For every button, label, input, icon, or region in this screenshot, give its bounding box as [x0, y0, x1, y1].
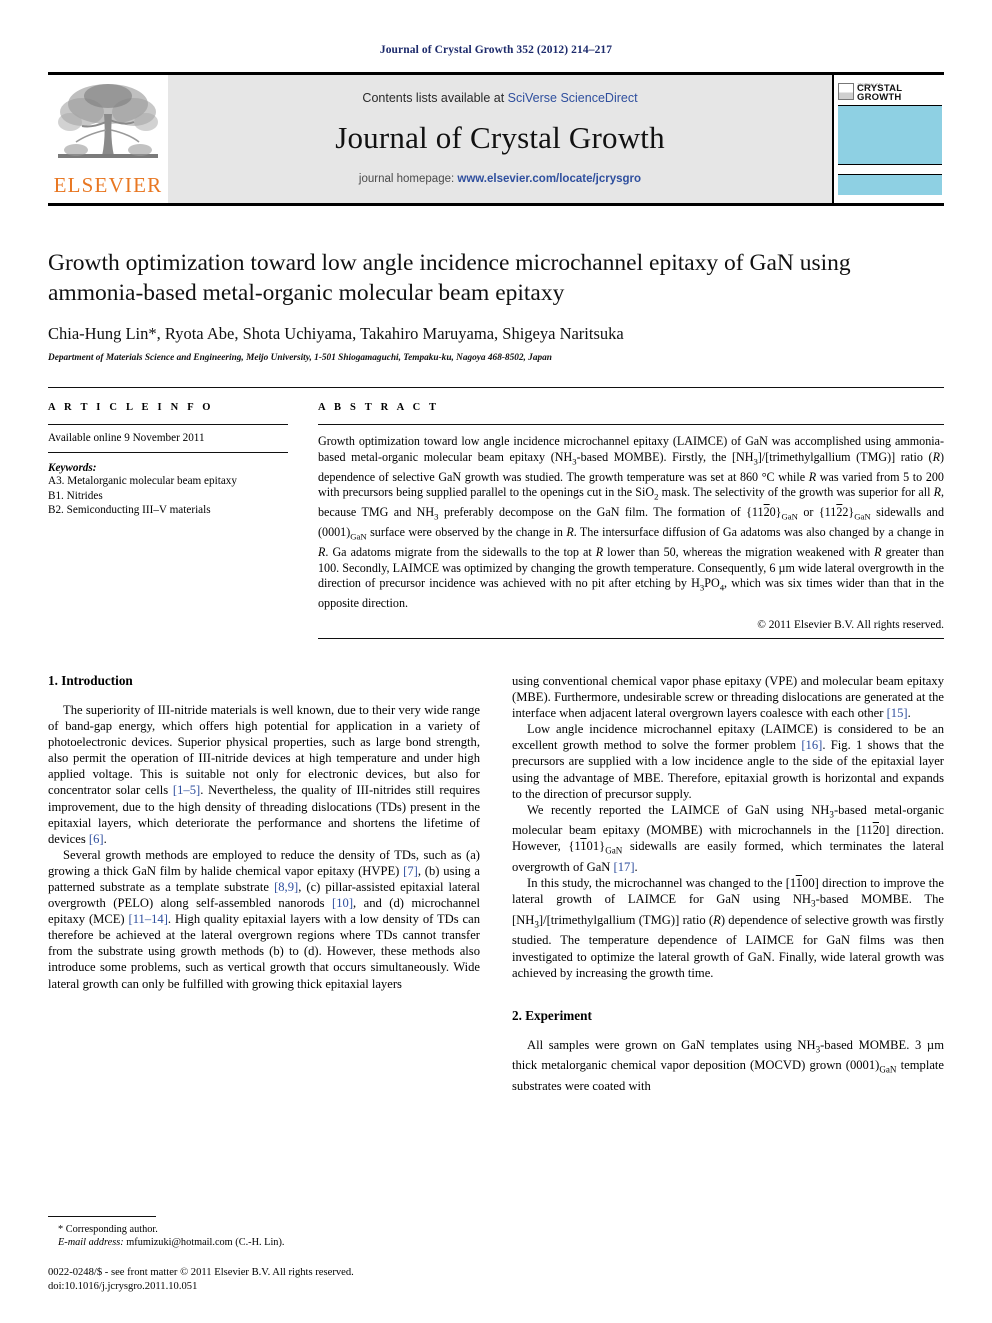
title-block: Growth optimization toward low angle inc… [48, 248, 944, 363]
author-list: Chia-Hung Lin*, Ryota Abe, Shota Uchiyam… [48, 324, 624, 343]
paragraph-intro-6: In this study, the microchannel was chan… [512, 876, 944, 980]
footnote-block: * Corresponding author. E-mail address: … [48, 1216, 478, 1293]
cover-image-band [838, 105, 942, 165]
abstract-text: Growth optimization toward low angle inc… [318, 434, 944, 611]
abstract-copyright: © 2011 Elsevier B.V. All rights reserved… [318, 619, 944, 639]
section-heading-experiment: 2. Experiment [512, 1007, 592, 1023]
abstract-heading: A B S T R A C T [318, 402, 440, 413]
paragraph-exp-1: All samples were grown on GaN templates … [512, 1037, 944, 1093]
elsevier-tree-icon [58, 84, 158, 158]
cover-kicker: JOURNAL OF [857, 82, 882, 87]
doi-line[interactable]: doi:10.1016/j.jcrysgro.2011.10.051 [48, 1280, 478, 1294]
masthead-center: Contents lists available at SciVerse Sci… [168, 75, 832, 203]
paragraph-intro-4: Low angle incidence microchannel epitaxy… [512, 722, 944, 801]
paragraph-intro-3: using conventional chemical vapor phase … [512, 673, 944, 721]
journal-cover-thumbnail: JOURNAL OF CRYSTAL GROWTH [832, 75, 944, 203]
cover-title-group: JOURNAL OF CRYSTAL GROWTH [857, 80, 902, 103]
body-columns: 1. Introduction The superiority of III-n… [48, 673, 944, 1094]
issn-line: 0022-0248/$ - see front matter © 2011 El… [48, 1267, 354, 1278]
cover-emblem-icon [838, 82, 854, 100]
cover-header: JOURNAL OF CRYSTAL GROWTH [838, 77, 942, 105]
cover-footer-band [838, 174, 942, 195]
contents-prefix: Contents lists available at [362, 91, 508, 105]
keywords-label: Keywords: [48, 462, 97, 474]
cover-line-2: GROWTH [857, 92, 902, 103]
paper-page: Journal of Crystal Growth 352 (2012) 214… [0, 0, 992, 1323]
page-title: Growth optimization toward low angle inc… [48, 250, 851, 306]
paragraph-intro-5: We recently reported the LAIMCE of GaN u… [512, 802, 945, 875]
journal-homepage-link[interactable]: www.elsevier.com/locate/jcrysgro [457, 173, 641, 185]
section-heading-introduction: 1. Introduction [48, 672, 133, 688]
cover-divider [838, 165, 942, 174]
keyword-item: A3. Metalorganic molecular beam epitaxy [48, 475, 237, 487]
email-note: E-mail address: mfumizuki@hotmail.com (C… [48, 1236, 478, 1249]
body-column-right: using conventional chemical vapor phase … [512, 673, 944, 1094]
available-online: Available online 9 November 2011 [48, 425, 288, 453]
paragraph-intro-2: Several growth methods are employed to r… [48, 847, 480, 991]
imprint-block: 0022-0248/$ - see front matter © 2011 El… [48, 1266, 478, 1293]
corresponding-author-note: * Corresponding author. [58, 1224, 158, 1235]
journal-title: Journal of Crystal Growth [335, 120, 665, 155]
running-head: Journal of Crystal Growth 352 (2012) 214… [379, 44, 613, 56]
affiliation: Department of Materials Science and Engi… [48, 353, 552, 363]
paragraph-intro-1: The superiority of III-nitride materials… [48, 702, 480, 846]
journal-masthead: ELSEVIER Contents lists available at Sci… [48, 72, 944, 206]
homepage-prefix: journal homepage: [358, 173, 458, 185]
keyword-item: B2. Semiconducting III–V materials [48, 504, 211, 516]
elsevier-logo: ELSEVIER [48, 75, 168, 203]
email-label: E-mail address: [58, 1237, 124, 1248]
email-address[interactable]: mfumizuki@hotmail.com (C.-H. Lin). [126, 1237, 284, 1248]
contents-available-line: Contents lists available at SciVerse Sci… [362, 91, 637, 105]
keyword-item: B1. Nitrides [48, 489, 103, 502]
footnote-rule [48, 1216, 156, 1217]
body-column-left: 1. Introduction The superiority of III-n… [48, 673, 480, 1094]
info-abstract-row: A R T I C L E I N F O Available online 9… [48, 387, 944, 639]
sciencedirect-link[interactable]: SciVerse ScienceDirect [508, 91, 638, 105]
elsevier-wordmark: ELSEVIER [53, 173, 163, 197]
article-info-heading: A R T I C L E I N F O [48, 402, 214, 413]
journal-homepage-line: journal homepage: www.elsevier.com/locat… [359, 173, 641, 185]
abstract-column: A B S T R A C T Growth optimization towa… [318, 402, 944, 639]
article-info-column: A R T I C L E I N F O Available online 9… [48, 402, 288, 639]
